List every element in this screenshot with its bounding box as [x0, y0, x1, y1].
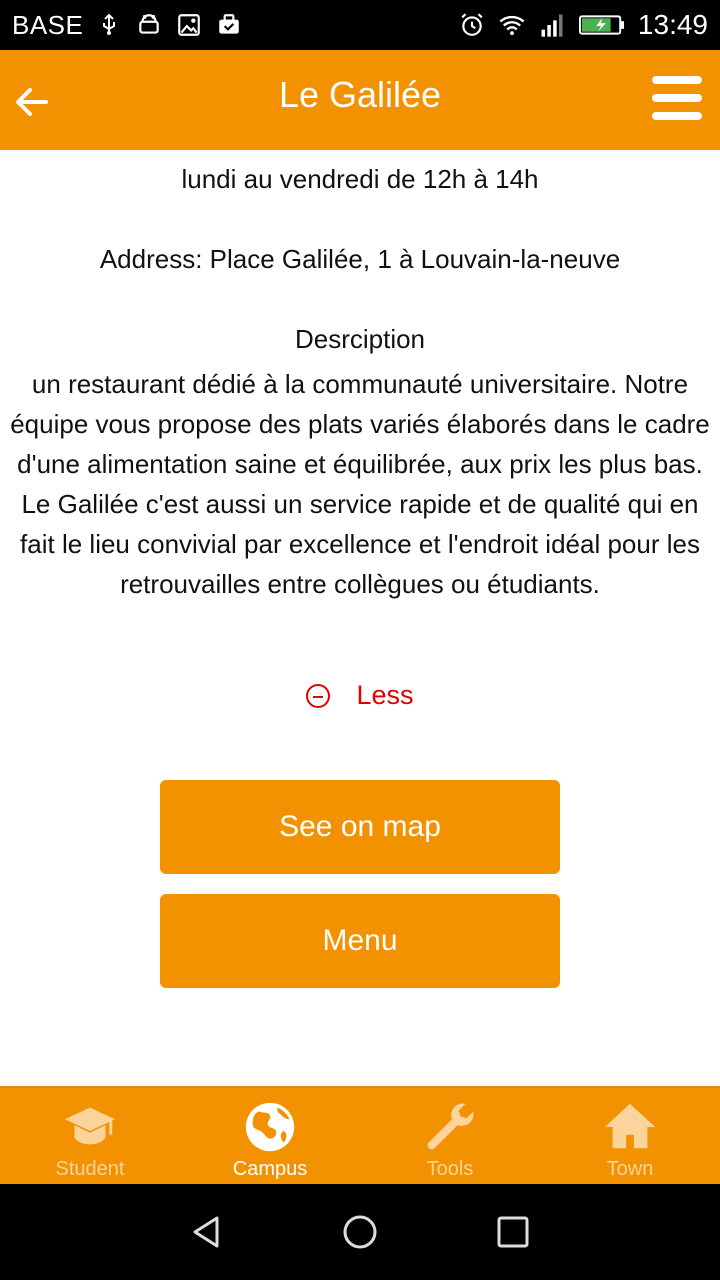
- collapse-circle-icon: [306, 683, 331, 708]
- signal-icon: [538, 11, 566, 39]
- tab-town-label: Town: [606, 1158, 654, 1180]
- less-toggle[interactable]: Less: [0, 680, 720, 711]
- android-icon: [135, 11, 163, 39]
- tab-tools-label: Tools: [426, 1158, 474, 1180]
- home-icon: [604, 1103, 656, 1149]
- battery-charging-icon: [578, 11, 626, 39]
- status-bar-left: BASE: [12, 10, 243, 41]
- wrench-icon: [427, 1103, 474, 1150]
- hamburger-menu-icon[interactable]: [652, 76, 702, 120]
- tab-town[interactable]: Town: [540, 1088, 720, 1184]
- wifi-icon: [498, 11, 526, 39]
- see-on-map-button[interactable]: See on map: [160, 780, 560, 874]
- menu-button[interactable]: Menu: [160, 894, 560, 988]
- briefcase-check-icon: [215, 11, 243, 39]
- tab-student[interactable]: Student: [0, 1088, 180, 1184]
- tab-campus[interactable]: Campus: [180, 1088, 360, 1184]
- globe-icon: [245, 1102, 295, 1152]
- tab-campus-label: Campus: [232, 1158, 308, 1180]
- opening-hours: lundi au vendredi de 12h à 14h: [181, 164, 539, 194]
- back-button[interactable]: [10, 80, 54, 124]
- graduation-cap-icon: [64, 1107, 116, 1145]
- description-heading: Desrciption: [294, 324, 426, 354]
- alarm-icon: [458, 11, 486, 39]
- address-text: Address: Place Galilée, 1 à Louvain-la-n…: [99, 244, 621, 274]
- less-label: Less: [356, 680, 414, 710]
- home-circle-icon[interactable]: [340, 1212, 380, 1252]
- page-title: Le Galilée: [278, 74, 442, 115]
- app-bar: Le Galilée: [0, 50, 720, 150]
- back-triangle-icon[interactable]: [187, 1212, 227, 1252]
- arrow-left-icon: [16, 88, 48, 116]
- system-navigation-bar: [0, 1184, 720, 1280]
- recents-square-icon[interactable]: [493, 1212, 533, 1252]
- usb-icon: [95, 11, 123, 39]
- status-bar-right: 13:49: [458, 9, 708, 41]
- carrier-name: BASE: [12, 9, 84, 40]
- description-body: un restaurant dédié à la communauté univ…: [10, 369, 710, 599]
- status-bar: BASE 13:49: [0, 0, 720, 50]
- image-icon: [175, 11, 203, 39]
- tab-student-label: Student: [55, 1158, 125, 1180]
- bottom-tab-bar: Student Campus Tools Town: [0, 1086, 720, 1184]
- tab-tools[interactable]: Tools: [360, 1088, 540, 1184]
- clock-time: 13:49: [637, 9, 708, 40]
